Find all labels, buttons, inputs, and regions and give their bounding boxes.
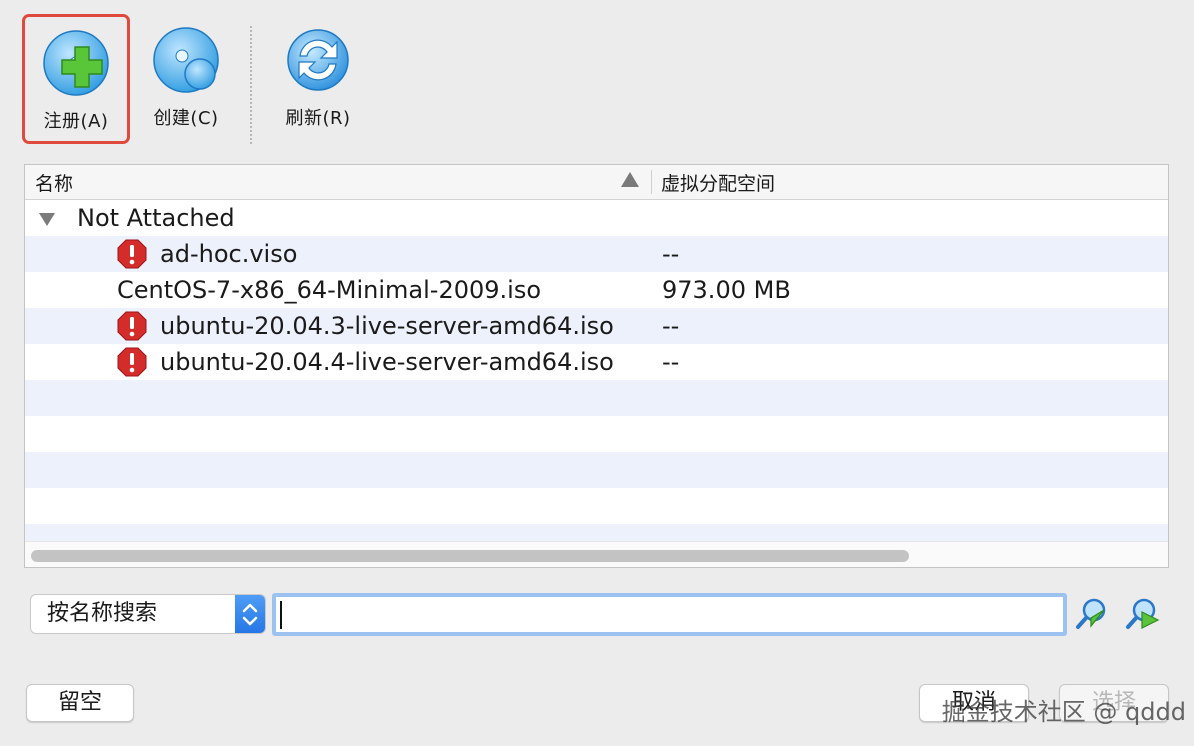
search-next-icon[interactable] <box>1124 596 1160 632</box>
search-previous-icon[interactable] <box>1074 596 1110 632</box>
error-icon <box>117 239 147 269</box>
medium-size: -- <box>662 312 680 340</box>
select-stepper[interactable] <box>235 595 265 633</box>
empty-row <box>25 416 1168 452</box>
toolbar-separator <box>250 26 252 144</box>
refresh-button[interactable]: 刷新(R) <box>272 14 364 144</box>
add-disk-label: 注册(A) <box>43 111 109 132</box>
sort-ascending-icon[interactable] <box>621 172 639 187</box>
create-disk-label: 创建(C) <box>153 108 219 129</box>
medium-name: ad-hoc.viso <box>160 240 298 268</box>
medium-name: ubuntu-20.04.4-live-server-amd64.iso <box>160 348 614 376</box>
table-header: 名称 虚拟分配空间 <box>25 165 1168 200</box>
medium-size: 973.00 MB <box>662 276 791 304</box>
column-header-size[interactable]: 虚拟分配空间 <box>661 169 775 196</box>
group-label: Not Attached <box>77 204 235 232</box>
leave-empty-button[interactable]: 留空 <box>26 684 134 722</box>
text-caret <box>280 601 282 629</box>
add-disk-button[interactable]: 注册(A) <box>22 14 130 144</box>
column-divider <box>651 170 652 194</box>
table-row[interactable]: ad-hoc.viso -- <box>25 236 1168 272</box>
add-disk-icon <box>43 30 109 96</box>
chevron-updown-icon <box>242 603 258 626</box>
error-icon <box>117 347 147 377</box>
empty-row <box>25 452 1168 488</box>
medium-size: -- <box>662 348 680 376</box>
search-input[interactable] <box>272 593 1067 636</box>
empty-row <box>25 380 1168 416</box>
medium-name: CentOS-7-x86_64-Minimal-2009.iso <box>117 276 542 304</box>
table-row[interactable]: ubuntu-20.04.4-live-server-amd64.iso -- <box>25 344 1168 380</box>
medium-name: ubuntu-20.04.3-live-server-amd64.iso <box>160 312 614 340</box>
scrollbar-thumb[interactable] <box>31 550 909 562</box>
refresh-label: 刷新(R) <box>285 108 351 129</box>
media-selector-dialog: 注册(A) 创建(C) 刷新(R) 名称 虚拟分配空间 Not Attached… <box>0 0 1194 746</box>
search-mode-select[interactable]: 按名称搜索 <box>30 594 266 634</box>
disclosure-triangle-icon[interactable] <box>39 213 55 226</box>
empty-row <box>25 488 1168 524</box>
watermark: 掘金技术社区 @ qddd <box>941 698 1186 726</box>
medium-size: -- <box>662 240 680 268</box>
group-row-not-attached[interactable]: Not Attached <box>25 200 1168 236</box>
column-header-name[interactable]: 名称 <box>35 169 73 196</box>
horizontal-scrollbar[interactable] <box>25 541 1168 567</box>
create-disk-button[interactable]: 创建(C) <box>140 14 232 144</box>
search-mode-value: 按名称搜索 <box>47 601 158 626</box>
table-row[interactable]: ubuntu-20.04.3-live-server-amd64.iso -- <box>25 308 1168 344</box>
error-icon <box>117 311 147 341</box>
create-disk-icon <box>153 27 219 93</box>
refresh-icon <box>287 29 349 91</box>
media-table: 名称 虚拟分配空间 Not Attached ad-hoc.viso -- Ce… <box>24 164 1169 568</box>
table-row[interactable]: CentOS-7-x86_64-Minimal-2009.iso 973.00 … <box>25 272 1168 308</box>
